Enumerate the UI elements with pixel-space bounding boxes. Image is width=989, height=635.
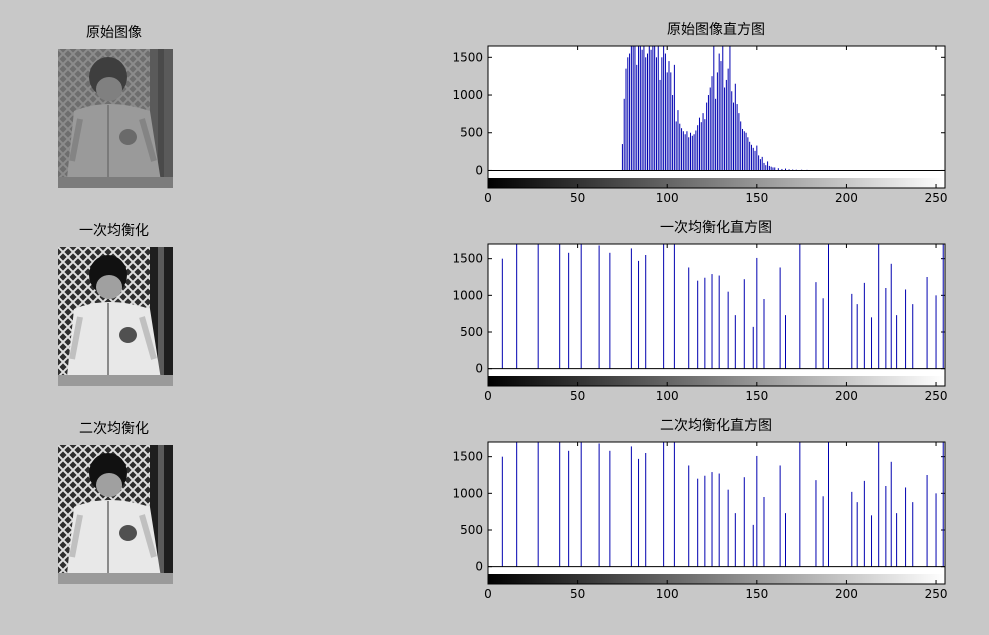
x-tick-label: 150	[745, 191, 768, 205]
x-tick-label: 150	[745, 587, 768, 601]
y-tick-label: 1000	[452, 486, 483, 500]
x-tick-label: 250	[925, 389, 948, 403]
equalized-twice-image	[58, 445, 173, 584]
x-tick-label: 100	[656, 389, 679, 403]
x-tick-label: 50	[570, 191, 585, 205]
image-title-equalized-once: 一次均衡化	[79, 223, 149, 239]
y-tick-label: 500	[460, 126, 483, 140]
image-title-original: 原始图像	[86, 25, 142, 41]
y-tick-label: 0	[475, 560, 483, 574]
axes-background	[488, 46, 945, 178]
equalized-once-image	[58, 247, 173, 386]
y-tick-label: 1500	[452, 450, 483, 464]
x-tick-label: 150	[745, 389, 768, 403]
histogram-title-equalized-twice: 二次均衡化直方图	[660, 418, 772, 434]
histogram-plot-equalized-once: 0 500 1000 1500 0 50 100 150 200 250	[452, 243, 948, 403]
x-tick-label: 50	[570, 389, 585, 403]
y-tick-label: 0	[475, 163, 483, 177]
y-tick-label: 1500	[452, 50, 483, 64]
x-tick-label: 200	[835, 587, 858, 601]
x-tick-label: 100	[656, 587, 679, 601]
y-tick-label: 0	[475, 362, 483, 376]
y-tick-label: 1000	[452, 88, 483, 102]
x-tick-label: 0	[484, 389, 492, 403]
axes-background	[488, 244, 945, 376]
y-tick-label: 1500	[452, 252, 483, 266]
x-tick-label: 0	[484, 191, 492, 205]
y-tick-label: 500	[460, 325, 483, 339]
x-tick-label: 250	[925, 587, 948, 601]
x-tick-label: 200	[835, 389, 858, 403]
histogram-title-original: 原始图像直方图	[667, 22, 765, 38]
histogram-title-equalized-once: 一次均衡化直方图	[660, 220, 772, 236]
grayscale-colorbar	[488, 178, 945, 188]
original-image	[58, 49, 173, 188]
grayscale-colorbar	[488, 574, 945, 584]
x-tick-label: 250	[925, 191, 948, 205]
grayscale-colorbar	[488, 376, 945, 386]
y-tick-label: 500	[460, 523, 483, 537]
image-title-equalized-twice: 二次均衡化	[79, 421, 149, 437]
histogram-plot-original: 0 500 1000 1500 0 50 100 150 200 250	[452, 45, 948, 205]
x-tick-label: 0	[484, 587, 492, 601]
axes-background	[488, 442, 945, 574]
x-tick-label: 200	[835, 191, 858, 205]
x-tick-label: 50	[570, 587, 585, 601]
y-tick-label: 1000	[452, 288, 483, 302]
histogram-plot-equalized-twice: 0 500 1000 1500 0 50 100 150 200 250	[452, 441, 948, 601]
x-tick-label: 100	[656, 191, 679, 205]
